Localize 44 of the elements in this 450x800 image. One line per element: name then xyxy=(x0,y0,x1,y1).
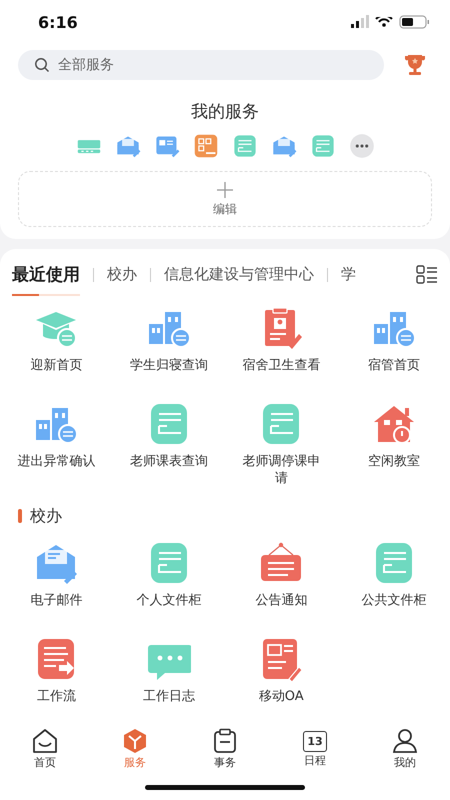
wifi-icon xyxy=(375,16,393,28)
person-icon xyxy=(392,728,418,754)
app-label[interactable]: 工作流 xyxy=(36,688,76,706)
section-marker xyxy=(18,509,22,524)
signal-icon xyxy=(351,15,369,29)
app-label[interactable]: 迎新首页 xyxy=(30,358,82,375)
battery-icon xyxy=(399,15,430,29)
service-icon[interactable] xyxy=(310,133,336,159)
grid-list-icon[interactable] xyxy=(416,264,438,284)
app-label[interactable]: 公共文件柜 xyxy=(361,592,426,610)
category-tab[interactable]: 学 xyxy=(341,263,356,294)
service-icon[interactable] xyxy=(232,133,258,159)
app-label[interactable]: 空闲教室 xyxy=(368,454,420,471)
section-title: 校办 xyxy=(30,506,62,527)
app-label[interactable]: 工作日志 xyxy=(142,688,195,706)
app-label[interactable]: 宿舍卫生查看 xyxy=(242,358,320,375)
nav-tab[interactable]: 我的 xyxy=(375,728,435,770)
app-label[interactable]: 电子邮件 xyxy=(30,592,82,610)
service-icon[interactable] xyxy=(192,133,218,159)
status-time: 6:16 xyxy=(38,12,78,32)
plus-icon xyxy=(216,180,234,198)
app-label[interactable]: 学生归寝查询 xyxy=(130,358,208,375)
search-icon xyxy=(34,57,50,73)
app-label[interactable]: 进出异常确认 xyxy=(17,454,96,471)
app-label[interactable]: 公告通知 xyxy=(255,592,308,610)
app-label[interactable]: 老师调停课申请 xyxy=(236,454,326,488)
search-field[interactable]: 全部服务 xyxy=(18,50,384,80)
category-tab[interactable]: 校办 xyxy=(107,263,137,294)
nav-tab[interactable]: 事务 xyxy=(195,728,255,770)
app-label[interactable]: 移动OA xyxy=(258,688,304,706)
nav-tab[interactable]: 首页 xyxy=(15,728,75,770)
app-label[interactable]: 宿管首页 xyxy=(368,358,420,375)
trophy-icon[interactable] xyxy=(404,53,426,77)
cube-icon xyxy=(122,728,148,754)
home-icon xyxy=(32,728,58,754)
app-label[interactable]: 个人文件柜 xyxy=(136,592,202,610)
app-label[interactable]: 老师课表查询 xyxy=(130,454,208,471)
category-tab[interactable]: 信息化建设与管理中心 xyxy=(164,263,314,294)
more-icon[interactable] xyxy=(348,133,374,159)
clipboard-icon xyxy=(212,728,238,754)
edit-button[interactable]: 编辑 xyxy=(18,171,432,227)
section-title: 我的服务 xyxy=(190,101,260,123)
nav-tab[interactable]: 13 日程 xyxy=(285,728,345,770)
calendar-icon: 13 xyxy=(303,731,327,752)
